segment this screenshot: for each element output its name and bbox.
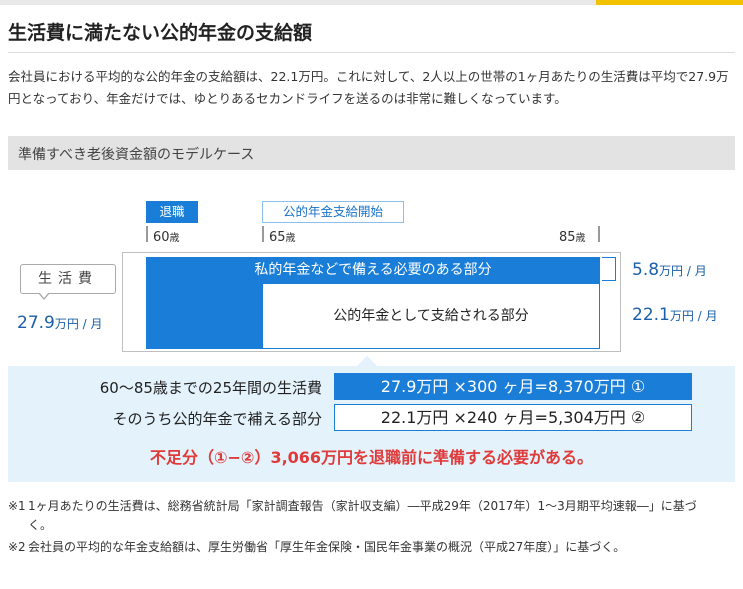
retire-tag: 退職 — [146, 201, 198, 223]
private-pension-bar-end — [602, 257, 616, 281]
top-border-accent — [596, 0, 743, 5]
living-cost-label: 生活費 — [20, 264, 116, 294]
footnote-2-mark: ※2 — [8, 540, 26, 554]
pre-pension-block — [146, 283, 263, 349]
tick-65 — [262, 226, 264, 242]
footnote-2-text: 会社員の平均的な年金支給額は、厚生労働省「厚生年金保険・国民年金事業の概況（平成… — [28, 540, 626, 554]
calc-row1-label: 60～85歳までの25年間の生活費 — [99, 379, 322, 397]
private-pension-amount: 5.8万円 / 月 — [632, 260, 707, 280]
tick-85 — [598, 226, 600, 242]
public-pension-amount: 22.1万円 / 月 — [632, 305, 718, 325]
calc-row2-label: そのうち公的年金で補える部分 — [112, 410, 322, 428]
calc-row1-value: 27.9万円 ×300 ヶ月=8,370万円 ① — [334, 373, 692, 400]
age-65: 65歳 — [269, 230, 296, 245]
bubble-tail-inner — [39, 292, 49, 298]
model-case-heading-text: 準備すべき老後資金額のモデルケース — [18, 147, 255, 163]
footnote-1-mark: ※1 — [8, 499, 26, 513]
calc-box-pointer — [357, 356, 377, 366]
page-title: 生活費に満たない公的年金の支給額 — [8, 22, 313, 44]
living-cost-amount: 27.9万円 / 月 — [17, 313, 103, 333]
tick-60 — [146, 226, 148, 242]
private-pension-bar: 私的年金などで備える必要のある部分 — [146, 257, 600, 283]
age-60: 60歳 — [153, 230, 180, 245]
calc-row2-value: 22.1万円 ×240 ヶ月=5,304万円 ② — [334, 404, 692, 431]
intro-text: 会社員における平均的な公的年金の支給額は、22.1万円。これに対して、2人以上の… — [8, 69, 729, 106]
shortage-text: 不足分（①−②）3,066万円を退職前に準備する必要がある。 — [149, 448, 594, 467]
model-case-heading: 準備すべき老後資金額のモデルケース — [8, 136, 735, 170]
age-85: 85歳 — [559, 230, 586, 245]
public-pension-bar: 公的年金として支給される部分 — [263, 283, 600, 349]
footnote-1-text: 1ヶ月あたりの生活費は、総務省統計局「家計調査報告（家計収支編）―平成29年（2… — [28, 499, 697, 532]
footnote-2: ※2 会社員の平均的な年金支給額は、厚生労働省「厚生年金保険・国民年金事業の概況… — [8, 538, 708, 557]
title-divider — [8, 52, 735, 53]
footnote-1: ※1 1ヶ月あたりの生活費は、総務省統計局「家計調査報告（家計収支編）―平成29… — [8, 497, 708, 535]
pension-start-tag: 公的年金支給開始 — [262, 201, 404, 223]
